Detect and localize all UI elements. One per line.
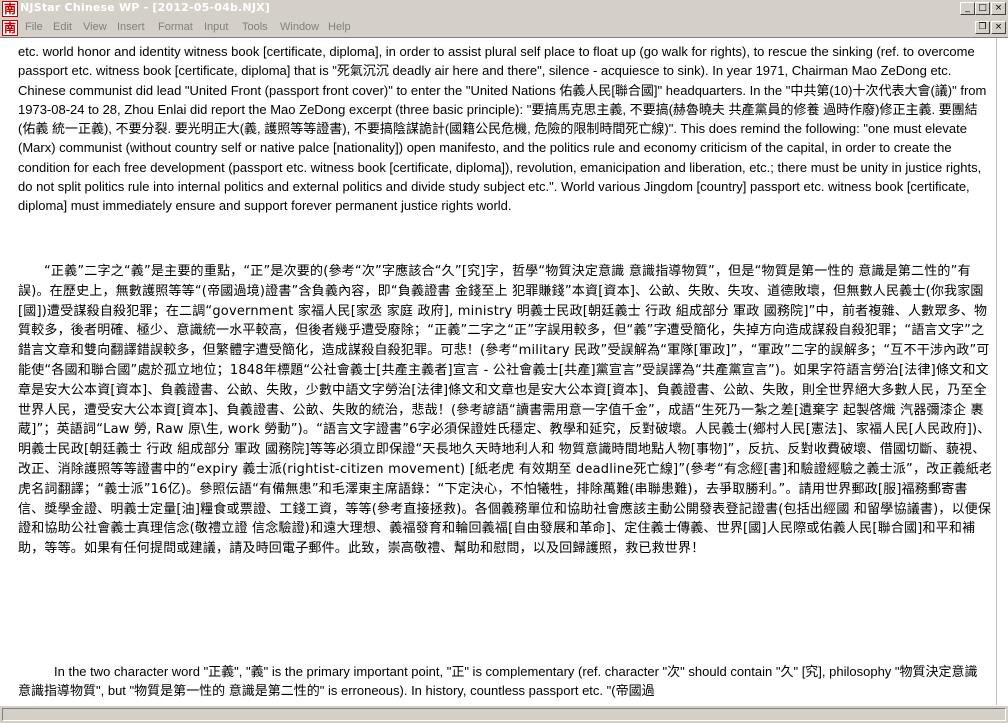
- menu-view[interactable]: View: [83, 21, 107, 33]
- menu-input[interactable]: Input: [204, 21, 228, 33]
- minimize-button[interactable]: _: [960, 2, 975, 15]
- chinese-paragraph: “正義”二字之“義”是主要的重點，“正”是次要的(參考“次”字應該合“久”[究]…: [18, 264, 993, 557]
- document-editor[interactable]: etc. world honor and identity witness bo…: [0, 38, 1008, 705]
- status-bar: [0, 705, 1008, 723]
- menu-help[interactable]: Help: [328, 21, 351, 33]
- english-paragraph-2: In the two character word "正義", "義" is t…: [18, 664, 978, 699]
- english-paragraph: etc. world honor and identity witness bo…: [18, 44, 987, 214]
- status-panel: [2, 708, 1006, 721]
- doc-close-button[interactable]: ×: [991, 21, 1006, 34]
- menu-bar: 南 File Edit View Insert Format Input Too…: [0, 18, 1008, 38]
- title-bar: 南 NJStar Chinese WP - [2012-05-04b.NJX] …: [0, 0, 1008, 18]
- menu-tools[interactable]: Tools: [242, 21, 268, 33]
- app-icon[interactable]: 南: [2, 1, 18, 17]
- menu-insert[interactable]: Insert: [117, 21, 145, 33]
- document-icon[interactable]: 南: [2, 20, 18, 36]
- window-title: NJStar Chinese WP - [2012-05-04b.NJX]: [20, 1, 271, 14]
- maximize-button[interactable]: □: [975, 2, 990, 15]
- menu-format[interactable]: Format: [158, 21, 193, 33]
- right-margin-line: [996, 38, 997, 705]
- menu-edit[interactable]: Edit: [53, 21, 72, 33]
- menu-file[interactable]: File: [25, 21, 43, 33]
- menu-window[interactable]: Window: [280, 21, 319, 33]
- close-button[interactable]: ×: [991, 2, 1006, 15]
- doc-restore-button[interactable]: ❐: [975, 21, 990, 34]
